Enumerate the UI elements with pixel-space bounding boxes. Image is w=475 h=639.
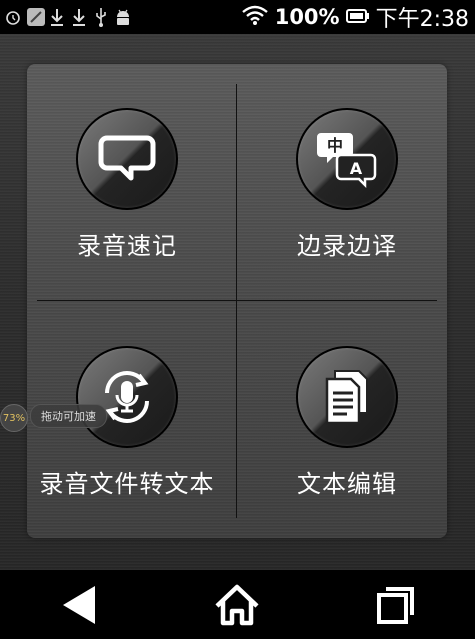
navigation-bar: [0, 570, 475, 639]
text-edit-button[interactable]: [296, 346, 398, 448]
floating-hint: 拖动可加速: [30, 404, 107, 428]
download-icon: [48, 6, 66, 28]
notification-icons: [0, 6, 132, 28]
home-button[interactable]: [207, 575, 267, 635]
status-bar: 100% 下午2:38: [0, 0, 475, 34]
clock: 下午2:38: [375, 7, 469, 32]
audio-to-text-button[interactable]: [76, 346, 178, 448]
latin-glyph: A: [350, 159, 363, 178]
record-translate-button[interactable]: 中 A: [296, 108, 398, 210]
download-icon: [70, 6, 88, 28]
documents-icon: [325, 370, 368, 425]
vertical-divider: [236, 84, 237, 518]
audio-to-text-label: 录音文件转文本: [39, 470, 215, 498]
menu-item-audio-to-text[interactable]: 录音文件转文本: [27, 324, 227, 534]
quick-recording-label: 录音速记: [77, 232, 177, 260]
back-button[interactable]: [49, 575, 109, 635]
menu-item-text-edit[interactable]: 文本编辑: [247, 324, 447, 534]
record-translate-label: 边录边译: [297, 232, 397, 260]
battery-percent: 100%: [274, 5, 340, 29]
text-edit-label: 文本编辑: [297, 470, 397, 498]
back-icon: [63, 585, 96, 624]
quick-recording-button[interactable]: [76, 108, 178, 210]
app-icon: [26, 6, 45, 28]
recent-apps-icon: [376, 586, 414, 624]
system-status: 100% 下午2:38: [241, 1, 475, 33]
menu-item-quick-recording[interactable]: 录音速记: [27, 86, 227, 296]
home-icon: [215, 584, 260, 625]
chinese-glyph: 中: [327, 136, 343, 155]
alarm-icon: [4, 6, 22, 28]
android-icon: [114, 6, 132, 28]
menu-item-record-translate[interactable]: 中 A 边录边译: [247, 86, 447, 296]
wifi-icon: [241, 4, 269, 31]
speech-bubble-icon: [98, 135, 156, 181]
translate-icon: 中 A: [317, 133, 377, 189]
usb-icon: [92, 6, 110, 28]
battery-icon: [345, 5, 370, 29]
horizontal-divider: [37, 300, 437, 301]
floating-speed-badge[interactable]: 73%: [0, 404, 28, 432]
recent-apps-button[interactable]: [366, 575, 426, 635]
